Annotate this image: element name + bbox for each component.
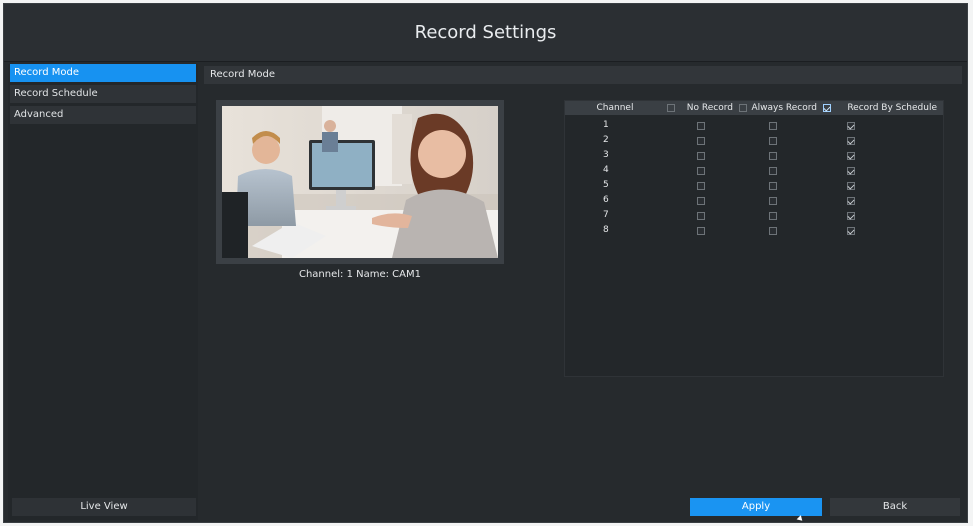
table-row: 7: [565, 209, 943, 224]
main-panel: Record Mode Channel: 1 Name: CAM1 Channe…: [200, 64, 964, 523]
table-row: 1: [565, 119, 943, 134]
header-channel: Channel: [565, 101, 665, 115]
channel-number: 4: [603, 165, 609, 175]
table-row: 5: [565, 179, 943, 194]
header-always-record-checkbox[interactable]: [739, 104, 747, 112]
channel-number: 7: [603, 210, 609, 220]
window-title: Record Settings: [414, 22, 557, 43]
sidebar-item-record-schedule[interactable]: Record Schedule: [10, 85, 196, 103]
table-row: 3: [565, 149, 943, 164]
header-no-record: No Record: [686, 103, 733, 113]
table-row: 8: [565, 224, 943, 239]
record-mode-table: Channel No Record Always Record Record B…: [564, 100, 944, 377]
mouse-cursor-icon: [796, 515, 805, 523]
no-record-checkbox[interactable]: [697, 122, 705, 130]
apply-button[interactable]: Apply: [690, 498, 822, 516]
channel-number: 3: [603, 150, 609, 160]
always-record-checkbox[interactable]: [769, 122, 777, 130]
record-by-schedule-checkbox[interactable]: [847, 227, 855, 235]
header-always-record-cell: Always Record: [737, 101, 821, 115]
table-row: 4: [565, 164, 943, 179]
channel-number: 1: [603, 120, 609, 130]
channel-number: 6: [603, 195, 609, 205]
table-header: Channel No Record Always Record Record B…: [565, 101, 943, 115]
record-by-schedule-checkbox[interactable]: [847, 167, 855, 175]
always-record-checkbox[interactable]: [769, 137, 777, 145]
camera-preview: [216, 100, 504, 264]
no-record-checkbox[interactable]: [697, 182, 705, 190]
record-by-schedule-checkbox[interactable]: [847, 137, 855, 145]
no-record-checkbox[interactable]: [697, 197, 705, 205]
no-record-checkbox[interactable]: [697, 227, 705, 235]
sidebar-item-advanced[interactable]: Advanced: [10, 106, 196, 124]
table-row: 2: [565, 134, 943, 149]
always-record-checkbox[interactable]: [769, 197, 777, 205]
camera-preview-image: [222, 106, 498, 258]
header-record-by-schedule: Record By Schedule: [847, 103, 937, 113]
record-by-schedule-checkbox[interactable]: [847, 197, 855, 205]
channel-number: 2: [603, 135, 609, 145]
no-record-checkbox[interactable]: [697, 137, 705, 145]
always-record-checkbox[interactable]: [769, 182, 777, 190]
always-record-checkbox[interactable]: [769, 212, 777, 220]
header-no-record-cell: No Record: [665, 101, 737, 115]
section-title: Record Mode: [204, 66, 962, 84]
header-always-record: Always Record: [751, 103, 817, 113]
record-by-schedule-checkbox[interactable]: [847, 122, 855, 130]
preview-caption: Channel: 1 Name: CAM1: [298, 269, 421, 280]
no-record-checkbox[interactable]: [697, 152, 705, 160]
record-by-schedule-checkbox[interactable]: [847, 182, 855, 190]
record-by-schedule-checkbox[interactable]: [847, 152, 855, 160]
header-record-by-schedule-checkbox[interactable]: [823, 104, 831, 112]
no-record-checkbox[interactable]: [697, 167, 705, 175]
back-button[interactable]: Back: [830, 498, 960, 516]
title-bar: Record Settings: [4, 4, 967, 62]
sidebar: Record Mode Record Schedule Advanced Liv…: [8, 64, 198, 520]
channel-number: 5: [603, 180, 609, 190]
live-view-button[interactable]: Live View: [12, 498, 196, 516]
sidebar-item-record-mode[interactable]: Record Mode: [10, 64, 196, 82]
always-record-checkbox[interactable]: [769, 227, 777, 235]
header-no-record-checkbox[interactable]: [667, 104, 675, 112]
no-record-checkbox[interactable]: [697, 212, 705, 220]
record-settings-window: Record Settings Record Mode Record Sched…: [3, 3, 968, 523]
header-record-by-schedule-cell: Record By Schedule: [821, 101, 943, 115]
always-record-checkbox[interactable]: [769, 152, 777, 160]
table-rows: 1 2 3 4 5 6 7 8: [565, 119, 943, 239]
table-row: 6: [565, 194, 943, 209]
always-record-checkbox[interactable]: [769, 167, 777, 175]
channel-number: 8: [603, 225, 609, 235]
record-by-schedule-checkbox[interactable]: [847, 212, 855, 220]
